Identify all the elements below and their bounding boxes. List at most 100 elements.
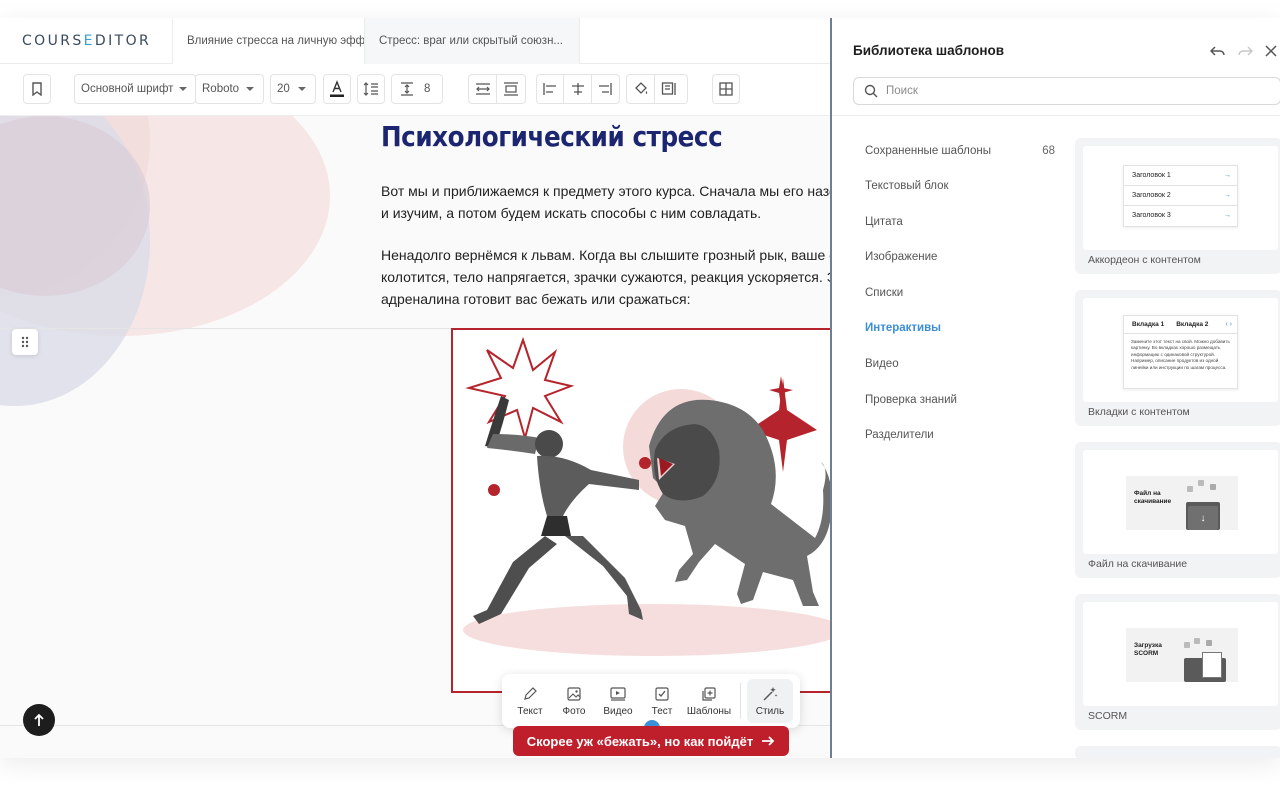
category-image[interactable]: Изображение [865, 247, 1055, 267]
template-card-scorm[interactable]: Загрузка SCORM SCORM [1075, 594, 1280, 730]
block-size-group [468, 74, 526, 104]
redo-button[interactable] [1234, 40, 1256, 62]
redo-icon [1238, 46, 1253, 56]
template-label: Файл на скачивание [1088, 558, 1188, 570]
template-card-next[interactable] [1075, 746, 1280, 758]
insert-video-label: Видео [603, 706, 633, 717]
block-settings-icon [661, 82, 676, 95]
search-icon [864, 84, 878, 98]
category-dividers[interactable]: Разделители [865, 425, 1055, 445]
align-left-button[interactable] [537, 75, 565, 103]
template-preview: Вкладка 1 Вкладка 2 ‹ › Замените этот тек… [1083, 298, 1278, 402]
category-video[interactable]: Видео [865, 354, 1055, 374]
page-canvas: Психологический стресс Вот мы и приближа… [0, 116, 830, 758]
template-card-accordion[interactable]: Заголовок 1 → Заголовок 2 → Заголовок 3 → А… [1075, 138, 1280, 274]
checkbox-icon [655, 687, 669, 701]
insert-video-button[interactable]: Видео [596, 679, 640, 723]
full-width-button[interactable] [469, 75, 497, 103]
paragraph-spacing-control[interactable]: 8 [391, 74, 443, 104]
content-width-icon [504, 82, 518, 96]
category-lists[interactable]: Списки [865, 283, 1055, 303]
template-label: SCORM [1088, 710, 1128, 722]
search-input[interactable] [886, 85, 1246, 97]
bookmark-button[interactable] [23, 74, 51, 104]
scroll-to-top-button[interactable] [23, 704, 55, 736]
tab-arrows-icon: ‹ › [1225, 321, 1232, 328]
insert-text-button[interactable]: Текст [508, 679, 552, 723]
close-icon [1265, 45, 1277, 57]
font-style-select[interactable]: Основной шрифт [74, 74, 196, 104]
template-preview: Заголовок 1 → Заголовок 2 → Заголовок 3 → [1083, 146, 1278, 250]
category-knowledge-check[interactable]: Проверка знаний [865, 390, 1055, 410]
line-height-icon [363, 82, 378, 96]
app-window: COURSEDITOR Влияние стресса на личную эф… [0, 18, 1280, 758]
insert-photo-button[interactable]: Фото [552, 679, 596, 723]
logo[interactable]: COURSEDITOR [22, 33, 151, 49]
spacing-icon [401, 82, 413, 96]
text-color-button[interactable] [323, 74, 351, 104]
category-saved-templates[interactable]: Сохраненные шаблоны 68 [865, 141, 1055, 161]
saved-templates-count: 68 [1042, 145, 1055, 157]
template-preview: Файл на скачивание ↓ [1083, 450, 1278, 554]
line-height-button[interactable] [357, 74, 385, 104]
align-left-icon [543, 83, 557, 95]
fill-color-button[interactable] [627, 75, 655, 103]
template-search[interactable] [853, 77, 1280, 105]
man-fighting-lion-illustration [463, 336, 830, 656]
align-right-icon [599, 83, 612, 95]
format-toolbar: Основной шрифт Roboto 20 8 [0, 64, 830, 116]
arrow-right-icon: → [1224, 212, 1231, 219]
category-interactives[interactable]: Интерактивы [865, 318, 1055, 338]
content-width-button[interactable] [497, 75, 525, 103]
template-library-panel: Библиотека шаблонов Сохраненные шаблоны6… [830, 18, 1280, 758]
video-icon [610, 687, 626, 701]
panel-title: Библиотека шаблонов [853, 43, 1005, 58]
undo-icon [1210, 46, 1225, 56]
template-card-tabs[interactable]: Вкладка 1 Вкладка 2 ‹ › Замените этот тек… [1075, 290, 1280, 426]
panel-divider [832, 115, 1280, 116]
undo-button[interactable] [1207, 40, 1229, 62]
drag-handle[interactable] [12, 329, 38, 355]
insert-test-button[interactable]: Тест [640, 679, 684, 723]
font-size-select[interactable]: 20 [270, 74, 316, 104]
arrow-right-icon: → [1224, 192, 1231, 199]
bookmark-icon [32, 82, 42, 96]
chevron-down-icon [179, 87, 187, 91]
text-color-icon [330, 80, 344, 97]
arrow-right-icon [762, 736, 775, 746]
category-quote[interactable]: Цитата [865, 212, 1055, 232]
template-label: Вкладки с контентом [1088, 406, 1190, 418]
magic-wand-icon [763, 687, 778, 701]
paragraph-1[interactable]: Вот мы и приближаемся к предмету этого к… [381, 180, 830, 224]
arrow-right-icon: → [1224, 172, 1231, 179]
align-center-button[interactable] [564, 75, 592, 103]
grid-button[interactable] [712, 74, 740, 104]
grid-icon [719, 82, 733, 96]
editor-area: COURSEDITOR Влияние стресса на личную эф… [0, 18, 830, 758]
download-icon: ↓ [1188, 506, 1218, 530]
align-center-icon [571, 83, 584, 95]
block-settings-button[interactable] [655, 75, 683, 103]
insert-templates-label: Шаблоны [686, 706, 732, 717]
close-panel-button[interactable] [1260, 40, 1280, 62]
category-text-block[interactable]: Текстовый блок [865, 176, 1055, 196]
arrow-up-icon [34, 713, 44, 726]
tab-course-2[interactable]: Стресс: враг или скрытый союзн... [364, 18, 580, 64]
align-right-button[interactable] [592, 75, 619, 103]
insert-photo-label: Фото [562, 706, 586, 717]
paragraph-2[interactable]: Ненадолго вернёмся к львам. Когда вы слы… [381, 244, 830, 310]
insert-templates-button[interactable]: Шаблоны [684, 679, 734, 723]
template-preview: Загрузка SCORM [1083, 602, 1278, 706]
template-card-file-download[interactable]: Файл на скачивание ↓ Файл на скачивание [1075, 442, 1280, 578]
tab-course-1[interactable]: Влияние стресса на личную эфф... [172, 18, 364, 64]
image-block[interactable] [451, 328, 830, 693]
top-bar: COURSEDITOR Влияние стресса на личную эф… [0, 18, 830, 64]
font-family-select[interactable]: Roboto [195, 74, 264, 104]
chevron-down-icon [246, 87, 254, 91]
page-heading[interactable]: Психологический стресс [381, 120, 723, 153]
toolbar-separator [740, 683, 741, 719]
next-cta-button[interactable]: Скорее уж «бежать», но как пойдёт [513, 726, 789, 756]
style-button[interactable]: Стиль [747, 679, 793, 723]
document-icon [1202, 652, 1222, 678]
insert-text-label: Текст [517, 706, 543, 717]
